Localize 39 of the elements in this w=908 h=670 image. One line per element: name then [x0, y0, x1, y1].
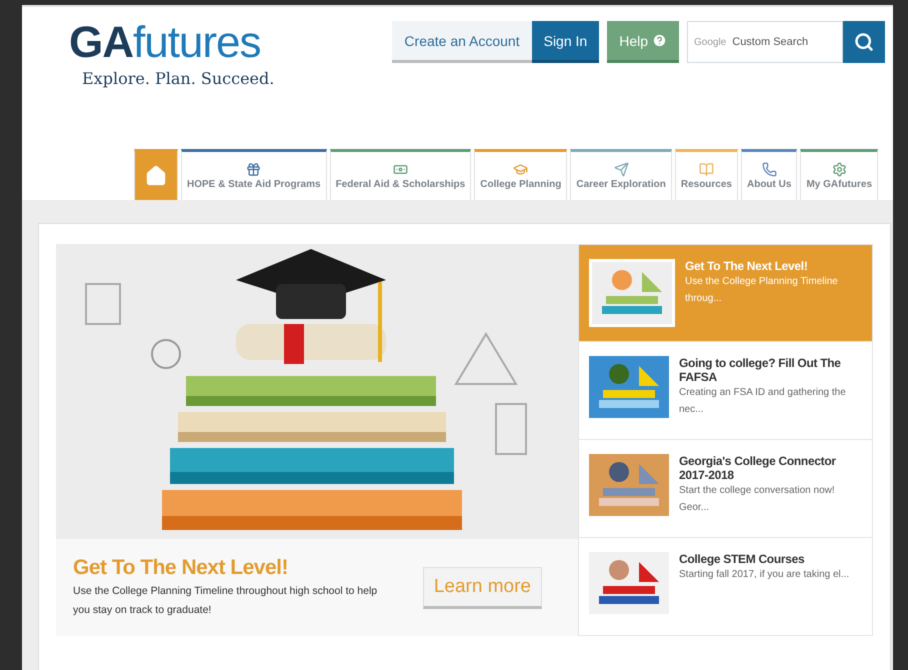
settings-icon — [832, 162, 847, 177]
story-title: Going to college? Fill Out The FAFSA — [679, 356, 842, 384]
phone-icon — [762, 162, 777, 177]
story-item[interactable]: Get To The Next Level! Use the College Planning Timeline throug... — [578, 244, 873, 342]
feature-title: Get To The Next Level! — [73, 556, 289, 580]
tagline: Explore. Plan. Succeed. — [82, 69, 274, 88]
help-button[interactable]: Help — [607, 21, 679, 63]
graduation-cap-icon — [513, 162, 528, 177]
nav-tab[interactable]: My GAfutures — [800, 149, 878, 200]
gift-icon — [246, 162, 262, 177]
learn-more-button[interactable]: Learn more — [422, 566, 542, 608]
paper-plane-icon — [614, 162, 629, 177]
create-account-button[interactable]: Create an Account — [392, 21, 532, 63]
search-provider-label: Google — [694, 36, 726, 48]
feature-text: Use the College Planning Timeline throughout high school to help you stay on track to graduate! — [73, 584, 378, 618]
search-button[interactable] — [843, 21, 885, 63]
home-icon — [145, 165, 167, 187]
sign-in-button[interactable]: Sign In — [532, 21, 600, 63]
nav-tab[interactable]: Career Exploration — [570, 149, 672, 200]
nav-tab[interactable]: HOPE & State Aid Programs — [181, 149, 327, 200]
help-icon — [652, 33, 667, 48]
book-icon — [698, 162, 714, 177]
nav-tab[interactable]: About Us — [740, 149, 798, 200]
nav-tab[interactable]: Federal Aid & Scholarships — [330, 149, 472, 200]
story-item[interactable]: Georgia's College Connector 2017-2018 Start the college conversation now! Geor... — [578, 440, 873, 538]
story-item[interactable]: Going to college? Fill Out The FAFSA Creating an FSA ID and gathering the nec... — [578, 342, 873, 440]
story-excerpt: Use the College Planning Timeline throug... — [685, 275, 839, 306]
nav-tab[interactable]: Resources — [674, 149, 738, 200]
story-excerpt: Starting fall 2017, if you are taking el... — [679, 568, 850, 582]
banknote-icon — [392, 162, 408, 177]
search-icon — [854, 32, 874, 52]
nav-tab[interactable]: College Planning — [474, 149, 568, 200]
story-item[interactable]: College STEM Courses Starting fall 2017, if you are taking el... — [578, 538, 873, 636]
story-excerpt: Start the college conversation now! Geor... — [679, 484, 836, 515]
story-title: College STEM Courses — [679, 552, 806, 566]
story-title: Get To The Next Level! — [685, 259, 809, 273]
story-excerpt: Creating an FSA ID and gathering the nec... — [679, 386, 847, 417]
story-title: Georgia's College Connector 2017-2018 — [679, 454, 837, 482]
site-logo[interactable]: GAfutures — [69, 21, 274, 65]
